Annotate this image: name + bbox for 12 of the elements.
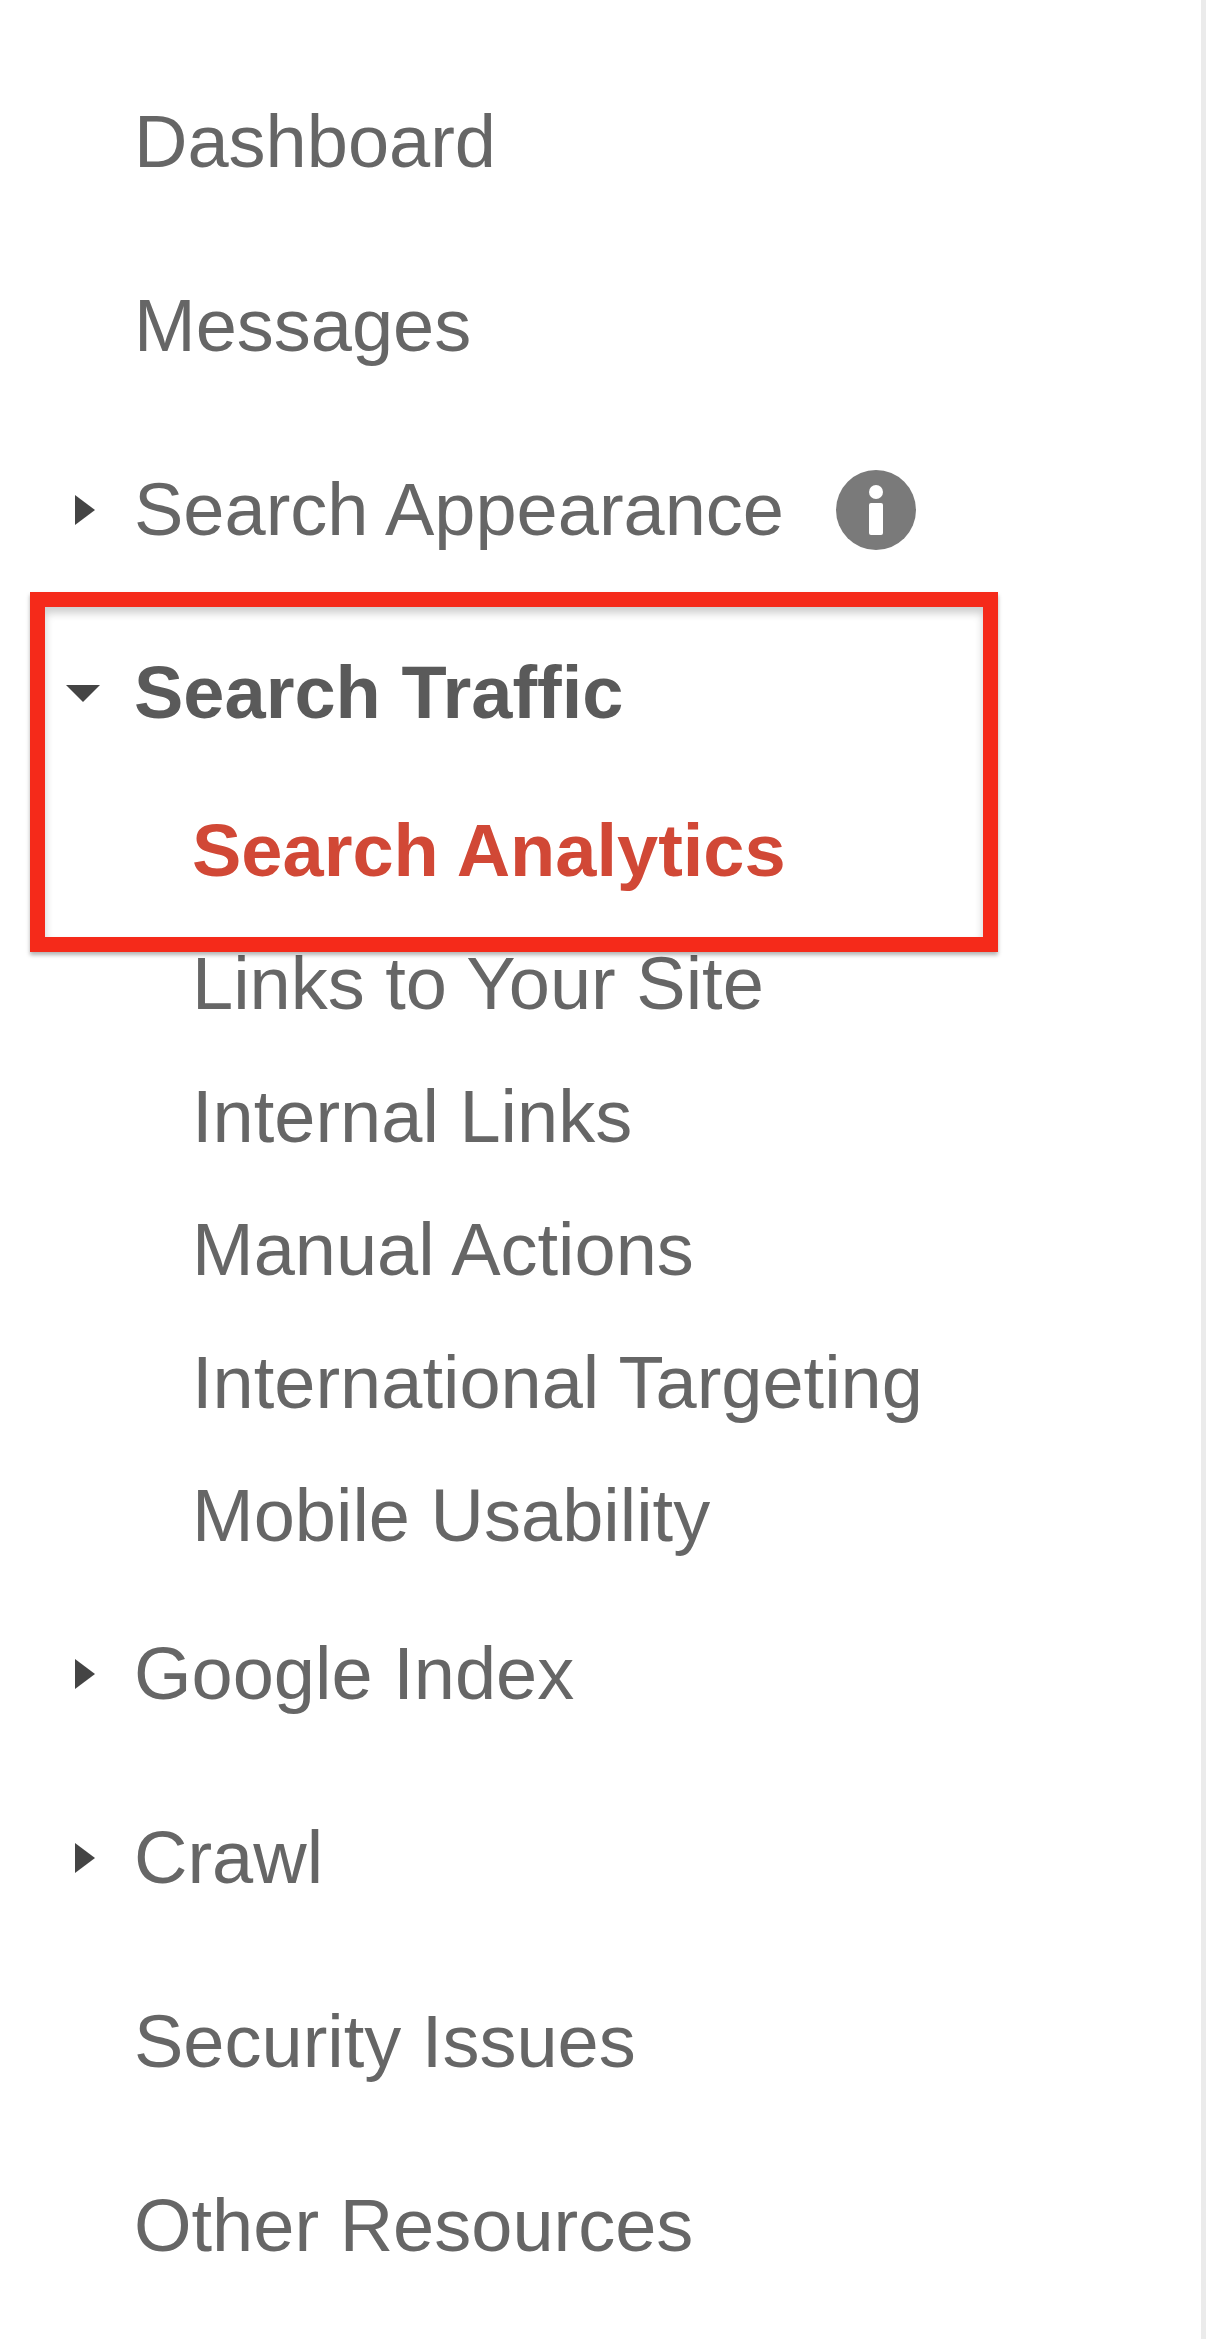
caret-right-icon[interactable] [75, 495, 95, 525]
nav-link[interactable]: Other Resources [134, 2189, 694, 2263]
nav-sublink[interactable]: Manual Actions [192, 1212, 694, 1287]
caret-down-icon[interactable] [66, 684, 100, 702]
nav-section-link[interactable]: Crawl [134, 1821, 324, 1895]
nav-section-link[interactable]: Search Traffic [134, 656, 624, 730]
caret-right-icon[interactable] [75, 1659, 95, 1689]
info-icon[interactable] [836, 470, 917, 550]
nav-link[interactable]: Dashboard [134, 105, 496, 179]
nav-sublink[interactable]: Links to Your Site [192, 946, 764, 1021]
nav-sublink[interactable]: Internal Links [192, 1079, 633, 1154]
caret-right-icon[interactable] [75, 1843, 95, 1873]
